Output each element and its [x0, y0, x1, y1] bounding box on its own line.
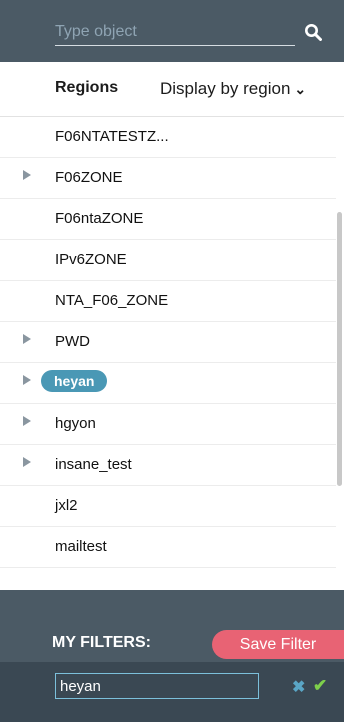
list-item[interactable]: F06ntaZONE [0, 199, 336, 240]
expand-arrow-icon[interactable] [23, 457, 31, 467]
list-item[interactable]: jxl2 [0, 486, 336, 527]
search-input[interactable] [55, 19, 295, 46]
list-item-label: PWD [55, 333, 90, 350]
display-mode-dropdown[interactable]: Display by region ⌄ [160, 79, 306, 99]
filter-name-input[interactable] [55, 673, 259, 699]
close-icon[interactable]: ✖ [292, 677, 305, 697]
list-item[interactable]: IPv6ZONE [0, 240, 336, 281]
region-list: F06NTATESTZ... F06ZONE F06ntaZONE IPv6ZO… [0, 116, 344, 591]
list-item-label: NTA_F06_ZONE [55, 292, 169, 309]
expand-arrow-icon[interactable] [23, 416, 31, 426]
list-item[interactable]: NTA_F06_ZONE [0, 281, 336, 322]
list-item[interactable]: mailtest [0, 527, 336, 568]
list-item-selected[interactable]: heyan [0, 363, 336, 404]
expand-arrow-icon[interactable] [23, 334, 31, 344]
expand-arrow-icon[interactable] [23, 170, 31, 180]
list-item-label: jxl2 [55, 497, 78, 514]
list-item[interactable]: F06NTATESTZ... [0, 117, 336, 158]
region-panel: Regions Display by region⌄ F06NTATESTZ..… [0, 0, 344, 722]
filter-input-bar: ✖ ✔ [0, 662, 344, 722]
selected-item-pill[interactable]: heyan [41, 370, 108, 392]
list-item-label: mailtest [55, 538, 107, 555]
regions-label: Regions [55, 79, 119, 96]
list-item[interactable]: insane_test [0, 445, 336, 486]
list-item-label: F06ZONE [55, 169, 123, 186]
filters-title: MY FILTERS: [52, 634, 151, 651]
list-item-label: IPv6ZONE [55, 251, 127, 268]
check-icon[interactable]: ✔ [313, 676, 327, 696]
list-item-label: hgyon [55, 415, 96, 432]
display-mode-label: Display by region [160, 79, 291, 98]
list-item[interactable]: PWD [0, 322, 336, 363]
chevron-down-icon: ⌄ [294, 81, 307, 97]
list-item-label: F06ntaZONE [55, 210, 144, 227]
list-scrollbar[interactable] [337, 212, 342, 486]
list-item-label: F06NTATESTZ... [55, 128, 169, 145]
save-filter-button[interactable]: Save Filter [212, 630, 344, 659]
list-header: Regions Display by region ⌄ [0, 62, 344, 116]
list-item[interactable]: F06ZONE [0, 158, 336, 199]
list-item[interactable]: hgyon [0, 404, 336, 445]
filters-panel: MY FILTERS: Save Filter ✖ ✔ [0, 590, 344, 722]
search-icon[interactable] [304, 23, 322, 41]
expand-arrow-icon[interactable] [23, 375, 31, 385]
list-item-label: insane_test [55, 456, 132, 473]
search-bar [0, 0, 344, 62]
